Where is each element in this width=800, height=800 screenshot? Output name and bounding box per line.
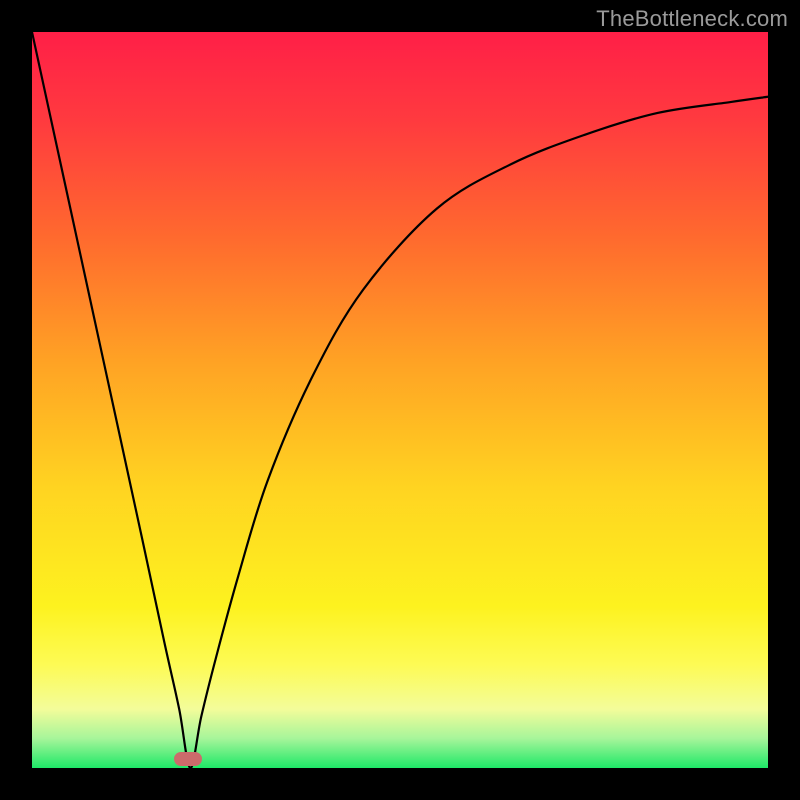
chart-frame: TheBottleneck.com [0, 0, 800, 800]
curve-svg [32, 32, 768, 768]
bottleneck-curve [32, 32, 768, 768]
watermark-text: TheBottleneck.com [596, 6, 788, 32]
plot-area [32, 32, 768, 768]
minimum-marker [174, 752, 202, 766]
